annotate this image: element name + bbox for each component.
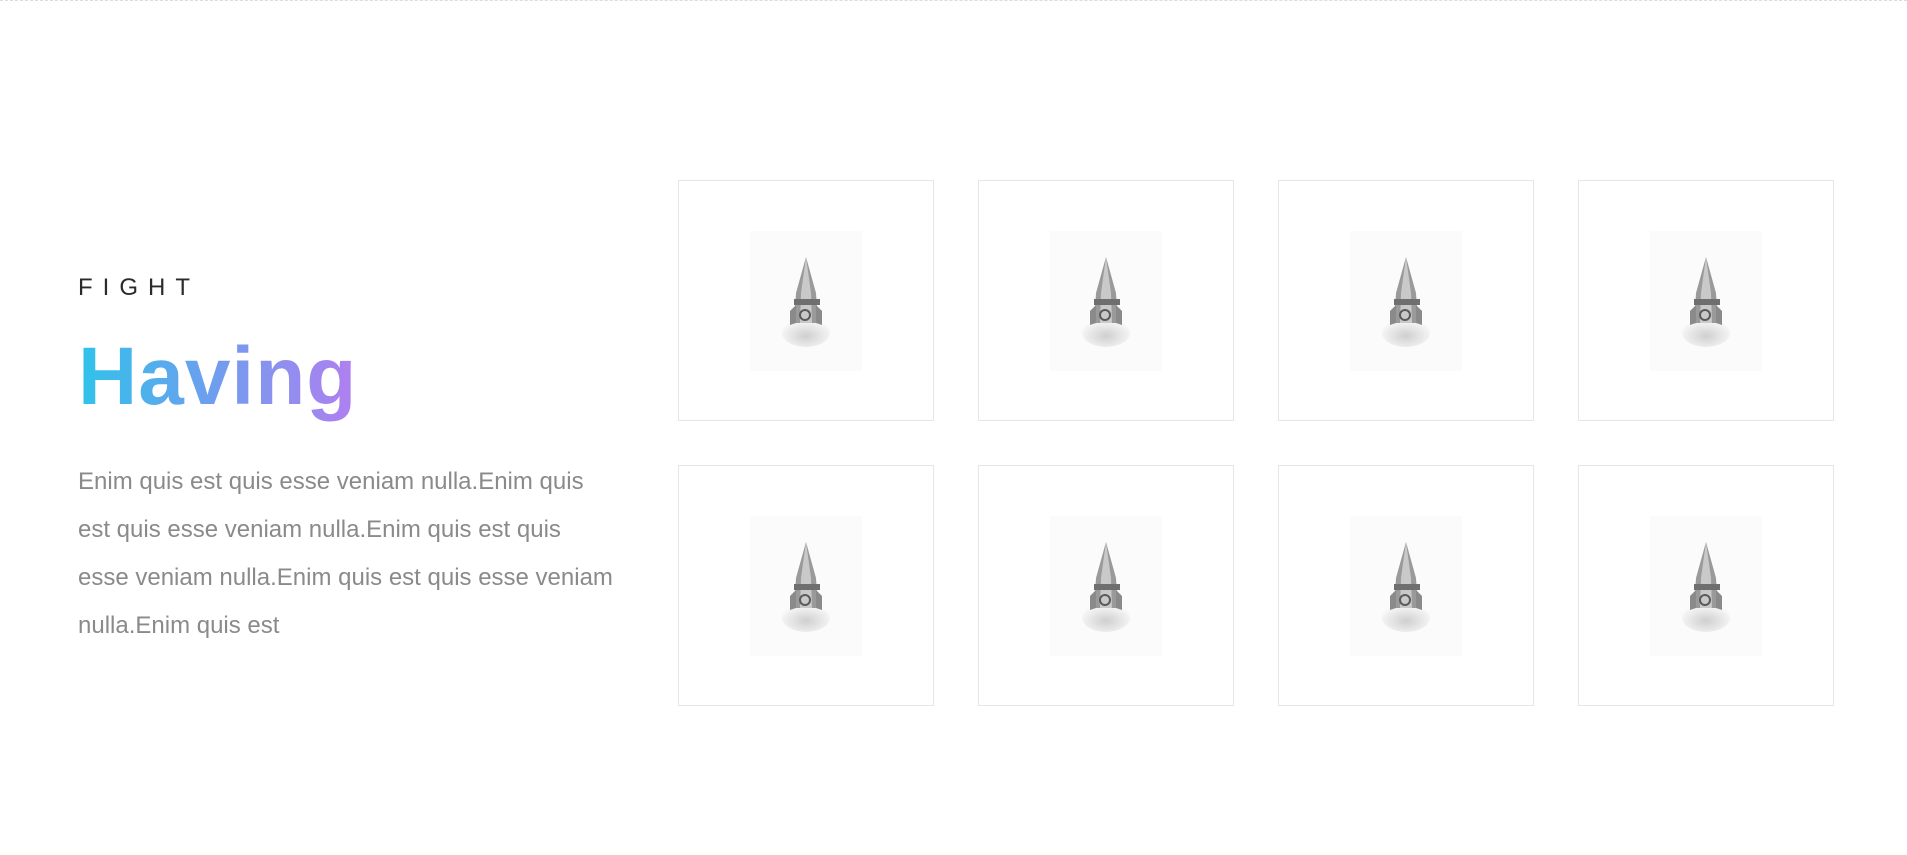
rocket-icon bbox=[1350, 515, 1462, 656]
gallery-tile[interactable] bbox=[678, 465, 934, 706]
section-eyebrow: FIGHT bbox=[78, 274, 200, 301]
gallery-tile[interactable] bbox=[1578, 180, 1834, 421]
rocket-icon bbox=[1050, 230, 1162, 371]
section-headline: Having bbox=[78, 331, 358, 422]
rocket-icon bbox=[750, 515, 862, 656]
rocket-image bbox=[1082, 256, 1130, 347]
rocket-image bbox=[1082, 541, 1130, 632]
rocket-image bbox=[1682, 541, 1730, 632]
rocket-icon bbox=[1050, 515, 1162, 656]
gallery-tile[interactable] bbox=[1278, 180, 1534, 421]
rocket-icon bbox=[1350, 230, 1462, 371]
rocket-icon bbox=[1650, 230, 1762, 371]
rocket-icon bbox=[750, 230, 862, 371]
rocket-icon bbox=[1650, 515, 1762, 656]
rocket-image bbox=[782, 256, 830, 347]
image-gallery bbox=[678, 180, 1834, 706]
gallery-tile[interactable] bbox=[978, 465, 1234, 706]
intro-section: FIGHT Having Enim quis est quis esse ven… bbox=[78, 270, 618, 650]
rocket-image bbox=[782, 541, 830, 632]
gallery-tile[interactable] bbox=[678, 180, 934, 421]
rocket-image bbox=[1382, 541, 1430, 632]
gallery-tile[interactable] bbox=[978, 180, 1234, 421]
rocket-image bbox=[1682, 256, 1730, 347]
gallery-tile[interactable] bbox=[1278, 465, 1534, 706]
top-divider bbox=[0, 0, 1907, 1]
section-description: Enim quis est quis esse veniam nulla.Eni… bbox=[78, 468, 613, 639]
rocket-image bbox=[1382, 256, 1430, 347]
gallery-tile[interactable] bbox=[1578, 465, 1834, 706]
